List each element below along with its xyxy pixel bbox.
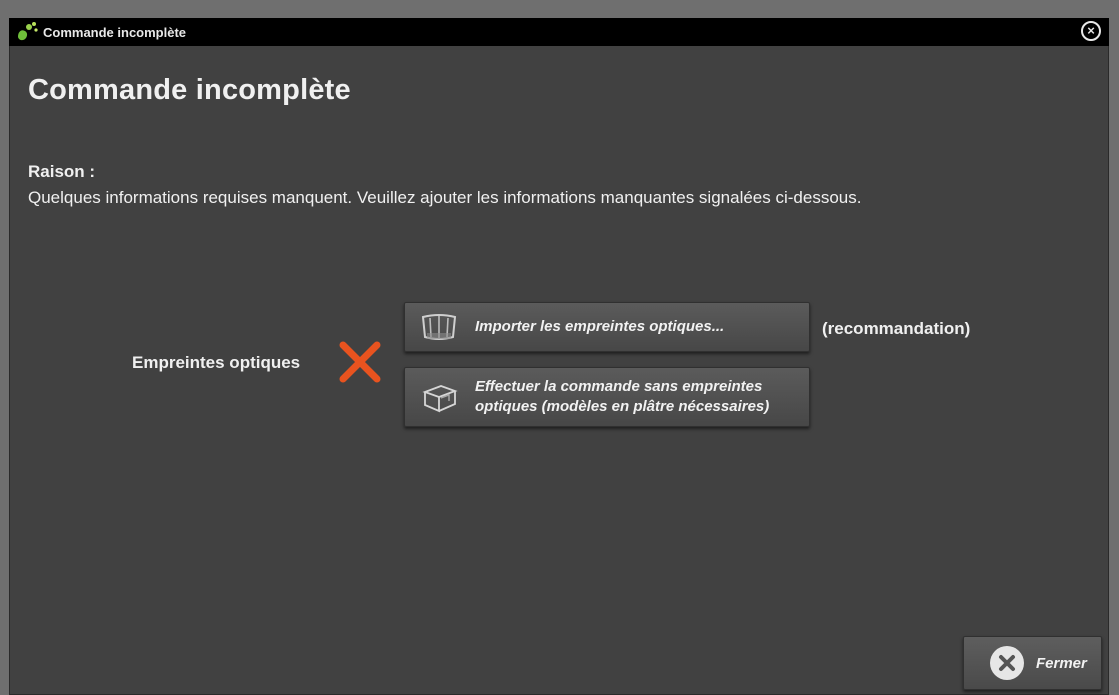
order-without-impressions-button[interactable]: Effectuer la commande sans empreintes op… [404,367,810,427]
import-button-label: Importer les empreintes optiques... [475,318,725,335]
reason-text: Quelques informations requises manquent.… [28,188,862,207]
order-without-impressions-line2: optiques (modèles en plâtre nécessaires) [475,398,770,415]
tooth-app-icon [18,22,38,41]
close-x-icon [990,646,1024,680]
close-button[interactable]: Fermer [963,636,1102,690]
package-box-icon [422,385,458,413]
optical-impressions-icon [421,314,457,340]
title-bar: Commande incomplète × [9,18,1109,46]
order-without-impressions-label: Effectuer la commande sans empreintes op… [475,377,769,417]
close-circle-icon[interactable]: × [1081,21,1101,41]
window-title: Commande incomplète [43,24,187,40]
recommendation-note: (recommandation) [822,319,971,338]
order-without-impressions-line1: Effectuer la commande sans empreintes [475,378,763,395]
close-button-label: Fermer [1036,654,1087,672]
reason-label: Raison : [28,162,96,181]
import-optical-impressions-button[interactable]: Importer les empreintes optiques... [404,302,810,352]
missing-x-icon [339,341,381,383]
page-title: Commande incomplète [28,74,351,106]
requirement-label: Empreintes optiques [132,353,301,372]
